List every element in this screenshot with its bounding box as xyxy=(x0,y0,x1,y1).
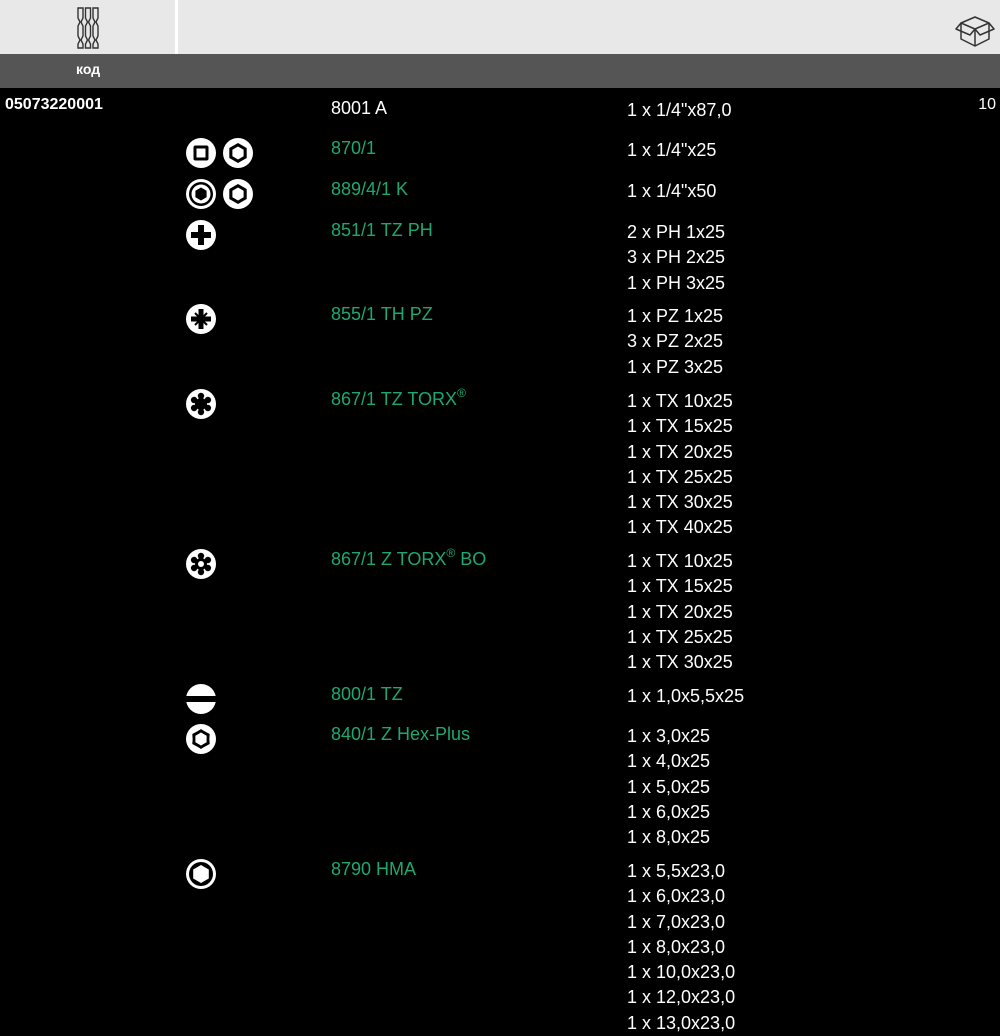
product-name: 851/1 TZ PH xyxy=(331,220,433,240)
size-list: 1 x PZ 1x25 3 x PZ 2x25 1 x PZ 3x25 xyxy=(627,304,723,380)
product-name: 870/1 xyxy=(331,138,377,158)
product-name: 889/4/1 K xyxy=(331,179,409,199)
package-icon xyxy=(955,16,995,47)
product-name: 855/1 TH PZ xyxy=(331,304,433,324)
size-item: 1 x 6,0x25 xyxy=(627,801,711,822)
size-item: 1 x 4,0x25 xyxy=(627,751,711,772)
size-item: 1 x 12,0x23,0 xyxy=(627,987,736,1008)
size-list: 1 x 1/4"x87,0 xyxy=(627,98,731,123)
product-name: 800/1 TZ xyxy=(331,684,403,704)
pozidriv-icon xyxy=(185,304,219,338)
trademark-sign: ® xyxy=(457,386,466,400)
size-item: 1 x 1/4"x25 xyxy=(627,140,717,160)
size-list: 1 x 5,5x23,0 1 x 6,0x23,0 1 x 7,0x23,0 1… xyxy=(627,859,735,1036)
size-item: 1 x TX 20x25 xyxy=(627,601,733,622)
size-item: 1 x TX 25x25 xyxy=(627,466,733,487)
size-item: 1 x PZ 3x25 xyxy=(627,356,724,377)
size-item: 1 x PZ 1x25 xyxy=(627,306,724,326)
size-item: 1 x 8,0x23,0 xyxy=(627,936,726,957)
product-name: 867/1 TZ TORX® xyxy=(331,386,466,409)
phillips-icon xyxy=(185,220,219,254)
hex-socket-icon xyxy=(185,859,219,893)
size-item: 1 x 7,0x23,0 xyxy=(627,911,726,932)
size-item: 1 x TX 30x25 xyxy=(627,492,733,513)
size-list: 1 x TX 10x25 1 x TX 15x25 1 x TX 20x25 1… xyxy=(627,549,733,675)
size-item: 1 x 10,0x23,0 xyxy=(627,962,736,983)
size-list: 1 x 1/4"x25 xyxy=(627,138,716,163)
size-list: 2 x PH 1x25 3 x PH 2x25 1 x PH 3x25 xyxy=(627,220,725,296)
size-item: 1 x PH 3x25 xyxy=(627,272,726,293)
torx-icon xyxy=(185,389,219,423)
product-name: 867/1 Z TORX® BO xyxy=(331,546,487,569)
trademark-sign: ® xyxy=(446,546,456,560)
product-name: 840/1 Z Hex-Plus xyxy=(331,724,471,744)
code-column-label: код xyxy=(76,61,101,77)
header-divider xyxy=(175,0,178,54)
size-item: 1 x 8,0x25 xyxy=(627,827,711,848)
hex-plus-icon xyxy=(185,724,219,758)
bit-set-icon xyxy=(77,7,99,49)
size-item: 1 x 3,0x25 xyxy=(627,726,711,746)
size-item: 1 x TX 10x25 xyxy=(627,551,733,571)
slotted-icon xyxy=(185,684,219,718)
size-item: 1 x TX 40x25 xyxy=(627,517,733,538)
size-item: 1 x TX 25x25 xyxy=(627,626,733,647)
size-item: 1 x TX 15x25 xyxy=(627,576,733,597)
size-item: 1 x TX 10x25 xyxy=(627,391,733,411)
size-item: 1 x 6,0x23,0 xyxy=(627,886,726,907)
size-item: 1 x TX 20x25 xyxy=(627,441,733,462)
size-item: 1 x TX 30x25 xyxy=(627,652,733,673)
size-list: 1 x 1,0x5,5x25 xyxy=(627,684,744,709)
size-item: 1 x 1/4"x87,0 xyxy=(627,100,732,120)
size-item: 1 x TX 15x25 xyxy=(627,416,733,437)
size-item: 1 x 5,0x25 xyxy=(627,776,711,797)
size-item: 3 x PH 2x25 xyxy=(627,247,726,268)
size-item: 1 x 1,0x5,5x25 xyxy=(627,686,745,706)
hex-nut-and-hex-drive-icon xyxy=(185,179,257,213)
size-item: 1 x 13,0x23,0 xyxy=(627,1012,736,1033)
size-list: 1 x 1/4"x50 xyxy=(627,179,716,204)
package-quantity: 10 xyxy=(978,96,996,113)
torx-tamper-icon xyxy=(185,549,219,583)
size-item: 1 x 5,5x23,0 xyxy=(627,861,726,881)
size-item: 1 x 1/4"x50 xyxy=(627,181,717,201)
product-name: 8001 A xyxy=(331,98,388,118)
size-list: 1 x 3,0x25 1 x 4,0x25 1 x 5,0x25 1 x 6,0… xyxy=(627,724,710,850)
product-name: 8790 HMA xyxy=(331,859,417,879)
size-list: 1 x TX 10x25 1 x TX 15x25 1 x TX 20x25 1… xyxy=(627,389,733,541)
column-header-bar: код xyxy=(0,54,1000,88)
article-code: 05073220001 xyxy=(5,96,103,113)
header-bar xyxy=(0,0,1000,54)
size-item: 2 x PH 1x25 xyxy=(627,222,726,242)
size-item: 3 x PZ 2x25 xyxy=(627,331,724,352)
square-and-hex-drive-icon xyxy=(185,138,257,172)
